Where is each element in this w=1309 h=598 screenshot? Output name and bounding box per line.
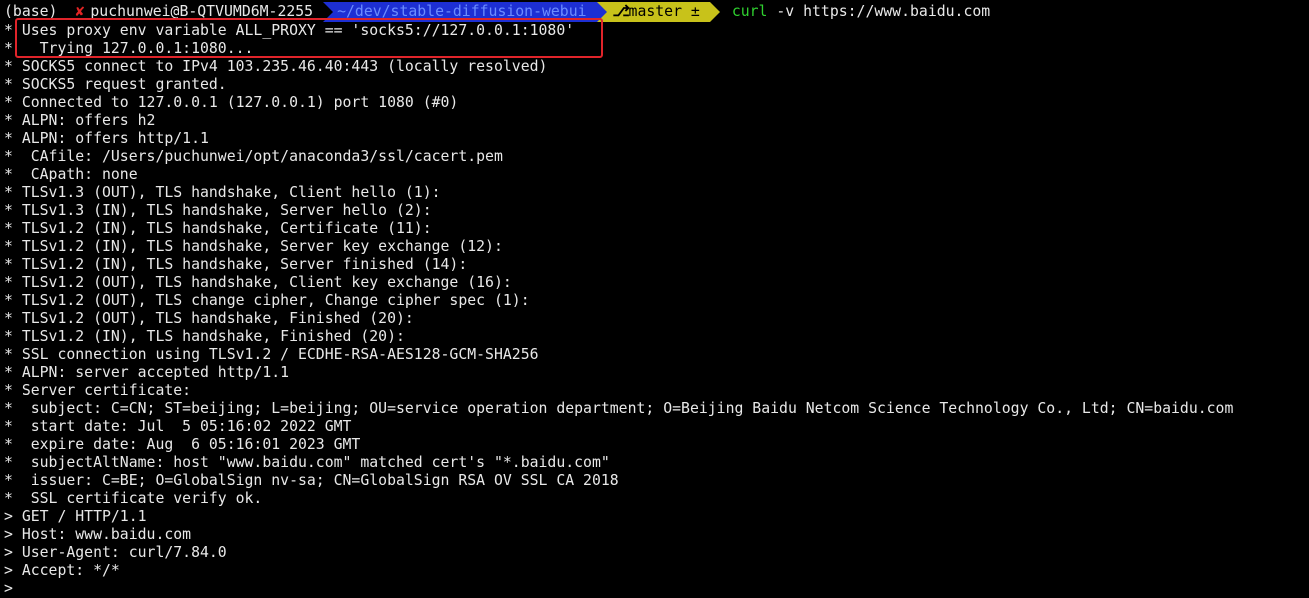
output-line: * SSL certificate verify ok. <box>4 490 263 507</box>
output-line: > Host: www.baidu.com <box>4 526 192 543</box>
command-output: * Uses proxy env variable ALL_PROXY == '… <box>4 22 1304 598</box>
terminal-window[interactable]: (base) ✘ puchunwei@B-QTVUMD6M-2255 ~/dev… <box>4 2 1304 598</box>
output-line: * Connected to 127.0.0.1 (127.0.0.1) por… <box>4 94 459 111</box>
command-args: -v https://www.baidu.com <box>776 3 991 20</box>
git-status-segment: ⎇ master ± <box>606 2 710 22</box>
output-line: * TLSv1.2 (OUT), TLS change cipher, Chan… <box>4 292 530 309</box>
output-line: * TLSv1.2 (IN), TLS handshake, Server fi… <box>4 256 468 273</box>
output-line: * ALPN: offers h2 <box>4 112 156 129</box>
command-input[interactable]: curl -v https://www.baidu.com <box>732 2 990 22</box>
powerline-separator-git <box>709 2 720 22</box>
output-line: * CApath: none <box>4 166 138 183</box>
output-line: * expire date: Aug 6 05:16:01 2023 GMT <box>4 436 361 453</box>
output-line: * Server certificate: <box>4 382 192 399</box>
output-line: * Trying 127.0.0.1:1080... <box>4 40 254 57</box>
output-line: * TLSv1.2 (IN), TLS handshake, Certifica… <box>4 220 432 237</box>
output-line: * ALPN: offers http/1.1 <box>4 130 209 147</box>
shell-prompt: (base) ✘ puchunwei@B-QTVUMD6M-2255 ~/dev… <box>4 2 1304 22</box>
output-line: * TLSv1.2 (IN), TLS handshake, Finished … <box>4 328 405 345</box>
output-line: * TLSv1.2 (OUT), TLS handshake, Finished… <box>4 310 414 327</box>
output-line: * ALPN: server accepted http/1.1 <box>4 364 290 381</box>
conda-env-label: (base) <box>4 3 58 20</box>
output-line: * subject: C=CN; ST=beijing; L=beijing; … <box>4 400 1234 417</box>
output-line: * TLSv1.2 (IN), TLS handshake, Server ke… <box>4 238 503 255</box>
current-directory: ~/dev/stable-diffusion-webui <box>323 2 597 22</box>
output-line: * issuer: C=BE; O=GlobalSign nv-sa; CN=G… <box>4 472 619 489</box>
user-host-label: puchunwei@B-QTVUMD6M-2255 <box>90 3 314 20</box>
output-line: * SOCKS5 connect to IPv4 103.235.46.40:4… <box>4 58 548 75</box>
output-line: * SSL connection using TLSv1.2 / ECDHE-R… <box>4 346 539 363</box>
output-line: * TLSv1.3 (OUT), TLS handshake, Client h… <box>4 184 441 201</box>
output-line: * subjectAltName: host "www.baidu.com" m… <box>4 454 610 471</box>
branch-icon: ⎇ <box>612 3 630 20</box>
output-line: * TLSv1.3 (IN), TLS handshake, Server he… <box>4 202 432 219</box>
error-status-icon: ✘ <box>75 3 85 20</box>
git-branch-label: master ± <box>628 3 700 20</box>
output-line: > <box>4 580 13 597</box>
output-line: * Uses proxy env variable ALL_PROXY == '… <box>4 22 575 39</box>
command-name: curl <box>731 3 768 20</box>
powerline-separator-dir <box>596 2 607 22</box>
output-line: * start date: Jul 5 05:16:02 2022 GMT <box>4 418 352 435</box>
output-line: * TLSv1.2 (OUT), TLS handshake, Client k… <box>4 274 512 291</box>
output-line: * SOCKS5 request granted. <box>4 76 227 93</box>
output-line: > GET / HTTP/1.1 <box>4 508 147 525</box>
output-line: > User-Agent: curl/7.84.0 <box>4 544 227 561</box>
output-line: * CAfile: /Users/puchunwei/opt/anaconda3… <box>4 148 503 165</box>
output-line: > Accept: */* <box>4 562 120 579</box>
